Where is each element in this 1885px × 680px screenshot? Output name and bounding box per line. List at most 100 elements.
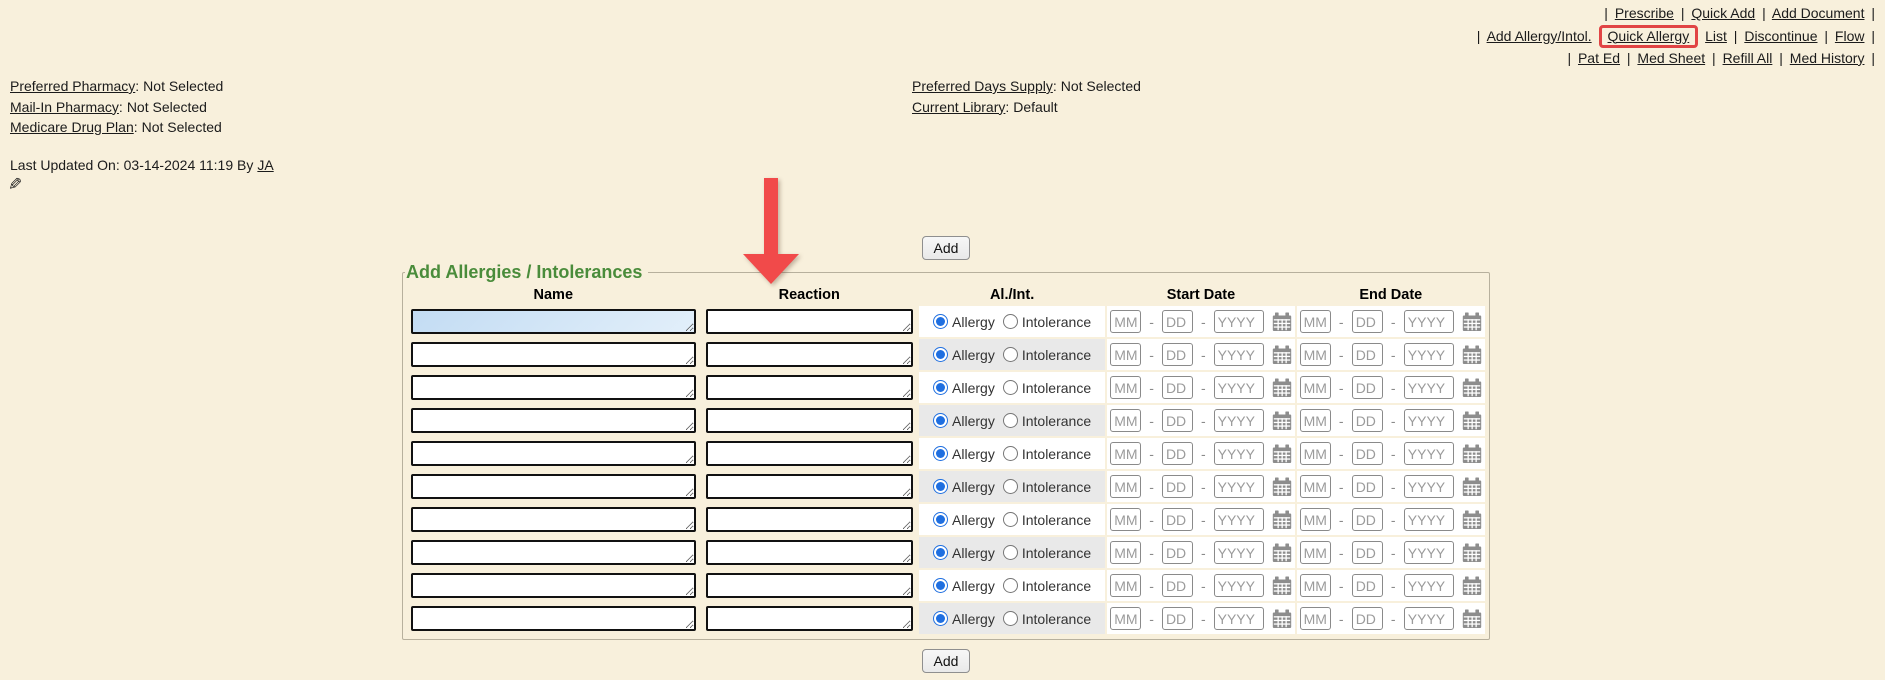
start-day-input[interactable] (1162, 508, 1193, 531)
end-date-calendar-icon[interactable] (1462, 609, 1482, 629)
allergy-radio[interactable] (933, 446, 948, 461)
reaction-input[interactable] (706, 309, 913, 334)
start-month-input[interactable] (1110, 343, 1141, 366)
nav-link-add-document[interactable]: Add Document (1772, 5, 1865, 21)
start-day-input[interactable] (1162, 376, 1193, 399)
mail-in-pharmacy-link[interactable]: Mail-In Pharmacy (10, 99, 119, 115)
allergy-option[interactable]: Allergy (933, 479, 995, 495)
start-date-calendar-icon[interactable] (1272, 477, 1292, 497)
end-year-input[interactable] (1404, 442, 1454, 465)
intolerance-radio[interactable] (1003, 479, 1018, 494)
start-month-input[interactable] (1110, 310, 1141, 333)
start-month-input[interactable] (1110, 541, 1141, 564)
allergy-option[interactable]: Allergy (933, 446, 995, 462)
intolerance-option[interactable]: Intolerance (1003, 512, 1091, 528)
allergy-option[interactable]: Allergy (933, 578, 995, 594)
name-input[interactable] (411, 309, 696, 334)
start-day-input[interactable] (1162, 475, 1193, 498)
start-month-input[interactable] (1110, 409, 1141, 432)
start-date-calendar-icon[interactable] (1272, 345, 1292, 365)
end-year-input[interactable] (1404, 409, 1454, 432)
end-month-input[interactable] (1300, 508, 1331, 531)
reaction-input[interactable] (706, 375, 913, 400)
start-day-input[interactable] (1162, 607, 1193, 630)
name-input[interactable] (411, 441, 696, 466)
end-date-calendar-icon[interactable] (1462, 510, 1482, 530)
nav-link-list[interactable]: List (1705, 28, 1727, 44)
start-month-input[interactable] (1110, 376, 1141, 399)
end-day-input[interactable] (1352, 541, 1383, 564)
intolerance-radio[interactable] (1003, 512, 1018, 527)
start-year-input[interactable] (1214, 310, 1264, 333)
start-year-input[interactable] (1214, 409, 1264, 432)
end-date-calendar-icon[interactable] (1462, 312, 1482, 332)
end-date-calendar-icon[interactable] (1462, 378, 1482, 398)
end-month-input[interactable] (1300, 343, 1331, 366)
allergy-option[interactable]: Allergy (933, 347, 995, 363)
start-date-calendar-icon[interactable] (1272, 312, 1292, 332)
intolerance-radio[interactable] (1003, 380, 1018, 395)
allergy-radio[interactable] (933, 347, 948, 362)
nav-link-pat-ed[interactable]: Pat Ed (1578, 50, 1620, 66)
start-year-input[interactable] (1214, 541, 1264, 564)
end-month-input[interactable] (1300, 475, 1331, 498)
name-input[interactable] (411, 408, 696, 433)
end-month-input[interactable] (1300, 574, 1331, 597)
nav-link-discontinue[interactable]: Discontinue (1744, 28, 1817, 44)
end-year-input[interactable] (1404, 376, 1454, 399)
name-input[interactable] (411, 375, 696, 400)
nav-link-prescribe[interactable]: Prescribe (1615, 5, 1674, 21)
intolerance-option[interactable]: Intolerance (1003, 446, 1091, 462)
reaction-input[interactable] (706, 540, 913, 565)
end-day-input[interactable] (1352, 508, 1383, 531)
intolerance-radio[interactable] (1003, 446, 1018, 461)
nav-link-med-history[interactable]: Med History (1790, 50, 1865, 66)
start-day-input[interactable] (1162, 343, 1193, 366)
intolerance-option[interactable]: Intolerance (1003, 413, 1091, 429)
start-date-calendar-icon[interactable] (1272, 510, 1292, 530)
start-month-input[interactable] (1110, 442, 1141, 465)
intolerance-option[interactable]: Intolerance (1003, 380, 1091, 396)
end-year-input[interactable] (1404, 607, 1454, 630)
medicare-drug-plan-link[interactable]: Medicare Drug Plan (10, 119, 134, 135)
nav-link-quick-allergy[interactable]: Quick Allergy (1608, 28, 1690, 44)
end-day-input[interactable] (1352, 475, 1383, 498)
intolerance-radio[interactable] (1003, 545, 1018, 560)
intolerance-option[interactable]: Intolerance (1003, 578, 1091, 594)
end-day-input[interactable] (1352, 409, 1383, 432)
edit-pencil-icon[interactable]: ✎ (8, 175, 22, 195)
reaction-input[interactable] (706, 606, 913, 631)
allergy-radio[interactable] (933, 545, 948, 560)
intolerance-option[interactable]: Intolerance (1003, 611, 1091, 627)
start-day-input[interactable] (1162, 310, 1193, 333)
allergy-option[interactable]: Allergy (933, 512, 995, 528)
end-year-input[interactable] (1404, 310, 1454, 333)
allergy-option[interactable]: Allergy (933, 380, 995, 396)
intolerance-option[interactable]: Intolerance (1003, 314, 1091, 330)
intolerance-option[interactable]: Intolerance (1003, 545, 1091, 561)
reaction-input[interactable] (706, 441, 913, 466)
start-date-calendar-icon[interactable] (1272, 444, 1292, 464)
allergy-radio[interactable] (933, 314, 948, 329)
allergy-radio[interactable] (933, 611, 948, 626)
start-month-input[interactable] (1110, 475, 1141, 498)
start-year-input[interactable] (1214, 574, 1264, 597)
allergy-option[interactable]: Allergy (933, 314, 995, 330)
start-month-input[interactable] (1110, 607, 1141, 630)
start-date-calendar-icon[interactable] (1272, 378, 1292, 398)
end-date-calendar-icon[interactable] (1462, 543, 1482, 563)
reaction-input[interactable] (706, 507, 913, 532)
start-day-input[interactable] (1162, 409, 1193, 432)
last-updated-user-link[interactable]: JA (257, 157, 273, 173)
end-year-input[interactable] (1404, 343, 1454, 366)
nav-link-flow[interactable]: Flow (1835, 28, 1865, 44)
name-input[interactable] (411, 606, 696, 631)
intolerance-radio[interactable] (1003, 314, 1018, 329)
name-input[interactable] (411, 507, 696, 532)
start-date-calendar-icon[interactable] (1272, 609, 1292, 629)
reaction-input[interactable] (706, 342, 913, 367)
preferred-pharmacy-link[interactable]: Preferred Pharmacy (10, 78, 135, 94)
nav-link-med-sheet[interactable]: Med Sheet (1637, 50, 1705, 66)
start-year-input[interactable] (1214, 607, 1264, 630)
end-day-input[interactable] (1352, 442, 1383, 465)
